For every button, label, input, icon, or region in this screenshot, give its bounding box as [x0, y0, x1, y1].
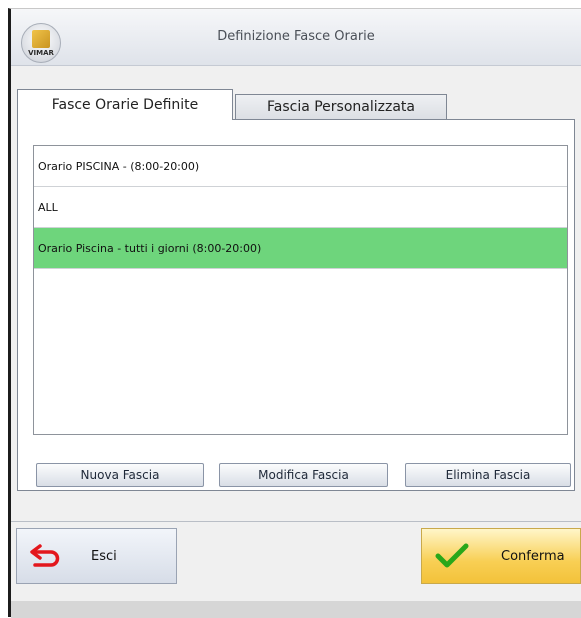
exit-button-label: Esci: [91, 548, 117, 564]
list-item[interactable]: ALL: [34, 187, 567, 228]
footer-separator: [11, 521, 581, 522]
return-arrow-icon: [30, 544, 60, 567]
list-item-selected[interactable]: Orario Piscina - tutti i giorni (8:00-20…: [34, 228, 567, 269]
tab-fascia-personalizzata[interactable]: Fascia Personalizzata: [235, 94, 447, 120]
window-title: Definizione Fasce Orarie: [217, 29, 375, 44]
exit-button[interactable]: Esci: [16, 528, 177, 584]
list-item[interactable]: Orario PISCINA - (8:00-20:00): [34, 146, 567, 187]
logo-text: VIMAR: [28, 49, 54, 57]
bottom-status-bar: [11, 601, 581, 618]
new-band-button[interactable]: Nuova Fascia: [36, 463, 204, 487]
delete-band-button[interactable]: Elimina Fascia: [405, 463, 571, 487]
time-band-list[interactable]: Orario PISCINA - (8:00-20:00) ALL Orario…: [33, 145, 568, 435]
checkmark-icon: [435, 543, 469, 568]
tab-panel: Orario PISCINA - (8:00-20:00) ALL Orario…: [17, 119, 575, 491]
tab-fasce-orarie-definite[interactable]: Fasce Orarie Definite: [17, 89, 233, 120]
title-bar: VIMAR Definizione Fasce Orarie: [11, 9, 581, 66]
dialog-window: VIMAR Definizione Fasce Orarie Fasce Ora…: [8, 8, 581, 618]
confirm-button-label: Conferma: [501, 548, 565, 564]
edit-band-button[interactable]: Modifica Fascia: [219, 463, 388, 487]
confirm-button[interactable]: Conferma: [421, 528, 581, 584]
